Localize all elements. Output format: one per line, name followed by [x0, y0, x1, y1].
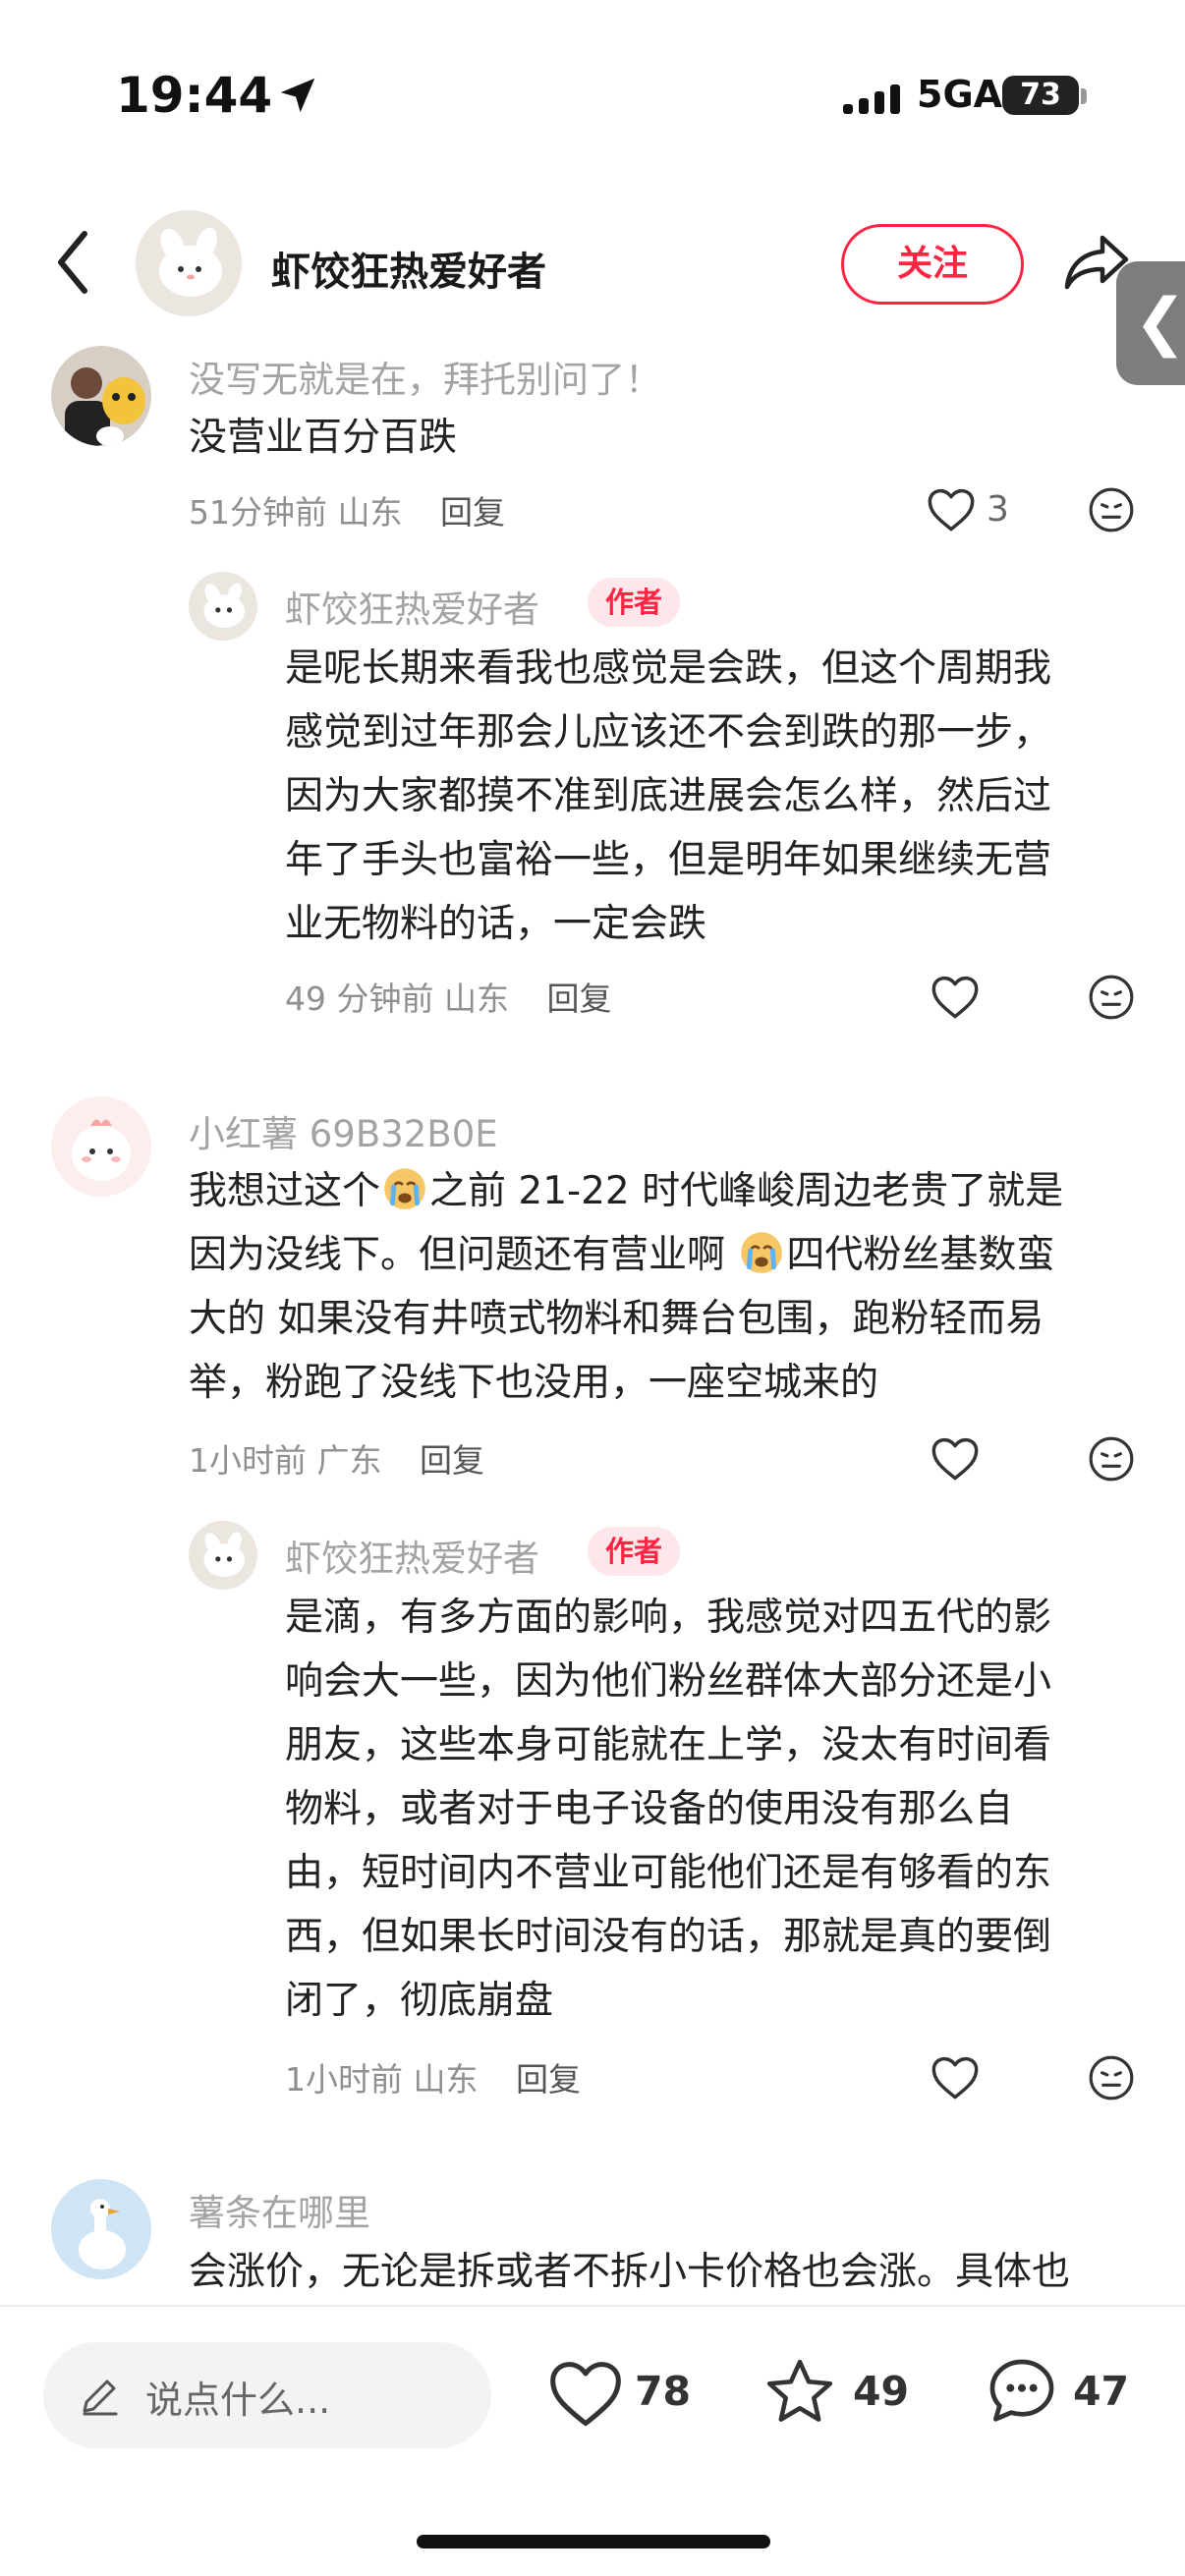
like-count: 78 [635, 2368, 692, 2415]
reply-button[interactable]: 回复 [516, 2060, 581, 2099]
comment-avatar[interactable] [51, 1096, 151, 1197]
comment-username[interactable]: 小红薯 69B32B0E [189, 1104, 498, 1157]
meh-face-icon[interactable] [1087, 2053, 1136, 2102]
side-tab-chevron-icon: ❮ [1134, 286, 1185, 359]
follow-button[interactable]: 关注 [841, 224, 1024, 305]
crying-face-emoji [384, 1168, 425, 1209]
author-badge: 作者 [588, 578, 681, 627]
reply-avatar[interactable] [189, 572, 257, 641]
reply-text-line: 年了手头也富裕一些，但是明年如果继续无营 [285, 838, 1052, 882]
comment-input[interactable]: 说点什么... [43, 2342, 491, 2448]
pencil-icon [83, 2380, 118, 2416]
location-arrow-icon [280, 78, 315, 113]
author-avatar[interactable] [136, 210, 242, 316]
chevron-left-icon[interactable] [51, 228, 94, 297]
reply-username[interactable]: 虾饺狂热爱好者 [285, 580, 539, 633]
status-time: 19:44 [116, 67, 273, 124]
text-segment: 我想过这个 [189, 1169, 381, 1213]
star-icon[interactable] [761, 2354, 839, 2431]
bunny-avatar-icon [136, 210, 242, 316]
comment-text: 没营业百分百跌 [189, 416, 458, 460]
signal-icon [843, 84, 900, 114]
meh-face-icon[interactable] [1087, 485, 1136, 534]
reply-text-line: 业无物料的话，一定会跌 [285, 902, 707, 946]
chick-avatar-icon [51, 1096, 151, 1197]
reply-text-line: 感觉到过年那会儿应该还不会到跌的那一步， [285, 710, 1052, 755]
meh-face-icon[interactable] [1087, 1434, 1136, 1484]
text-segment: 四代粉丝基数蛮 [786, 1233, 1055, 1277]
reply-text-line: 物料，或者对于电子设备的使用没有那么自 [285, 1787, 1014, 1831]
header-username: 虾饺狂热爱好者 [271, 250, 546, 295]
heart-icon[interactable] [930, 1434, 981, 1482]
comment-text: 会涨价，无论是拆或者不拆小卡价格也会涨。具体也 [189, 2250, 1071, 2294]
comment-avatar[interactable] [51, 2179, 151, 2279]
battery-indicator: 73 [1002, 76, 1079, 115]
reply-text: 是呢长期来看我也感觉是会跌，但这个周期我 感觉到过年那会儿应该还不会到跌的那一步… [285, 637, 1051, 956]
comment-count: 47 [1073, 2368, 1130, 2415]
reply-button[interactable]: 回复 [546, 980, 611, 1018]
user-photo-icon [51, 346, 151, 446]
comment-text-line: 我想过这个 之前 21-22 时代峰峻周边老贵了就是 [189, 1159, 1063, 1223]
reply-text-line: 西，但如果长时间没有的话，那就是真的要倒 [285, 1915, 1052, 1959]
reply-location: 山东 [443, 980, 509, 1018]
comment-meta: 1小时前 广东 回复 [189, 1434, 484, 1482]
comment-username[interactable]: 没写无就是在，拜托别问了！ [189, 350, 661, 403]
reply-meta: 49 分钟前 山东 回复 [285, 973, 611, 1020]
comment-text-line: 大的 如果没有井喷式物料和舞台包围，跑粉轻而易 [189, 1297, 1044, 1341]
reply-button[interactable]: 回复 [440, 493, 505, 532]
meh-face-icon[interactable] [1087, 973, 1136, 1022]
comment-time: 1小时前 [189, 1441, 307, 1480]
star-count: 49 [853, 2368, 910, 2415]
heart-icon[interactable] [930, 2053, 981, 2100]
reply-time: 49 分钟前 [285, 980, 434, 1018]
reply-text-line: 是呢长期来看我也感觉是会跌，但这个周期我 [285, 646, 1052, 691]
reply-username[interactable]: 虾饺狂热爱好者 [285, 1529, 539, 1582]
reply-location: 山东 [413, 2060, 479, 2099]
reply-text-line: 由，短时间内不营业可能他们还是有够看的东 [285, 1851, 1052, 1895]
reply-time: 1小时前 [285, 2060, 403, 2099]
reply-text-line: 朋友，这些本身可能就在上学，没太有时间看 [285, 1723, 1052, 1767]
heart-icon[interactable] [930, 973, 981, 1020]
bunny-avatar-icon [189, 1521, 257, 1590]
like-count: 3 [987, 489, 1009, 530]
reply-text: 是滴，有多方面的影响，我感觉对四五代的影 响会大一些，因为他们粉丝群体大部分还是… [285, 1586, 1051, 2033]
battery-cap [1081, 88, 1087, 104]
comment-time: 51分钟前 [189, 493, 327, 532]
comment-text-line: 举，粉跑了没线下也没用，一座空城来的 [189, 1361, 879, 1405]
comment-meta: 51分钟前 山东 回复 [189, 486, 505, 533]
heart-icon[interactable] [546, 2356, 625, 2429]
bunny-avatar-icon [189, 572, 257, 641]
reply-text-line: 因为大家都摸不准到底进展会怎么样，然后过 [285, 774, 1052, 818]
comment-username[interactable]: 薯条在哪里 [189, 2183, 370, 2236]
comment-location: 广东 [316, 1441, 382, 1480]
comment-avatar[interactable] [51, 346, 151, 446]
crying-face-emoji [741, 1232, 783, 1273]
reply-text-line: 是滴，有多方面的影响，我感觉对四五代的影 [285, 1596, 1052, 1640]
author-badge: 作者 [588, 1527, 681, 1576]
home-indicator [417, 2535, 770, 2548]
text-segment: 之前 21-22 时代峰峻周边老贵了就是 [429, 1169, 1064, 1213]
comment-location: 山东 [337, 493, 403, 532]
heart-icon[interactable] [926, 485, 977, 532]
side-drawer-tab[interactable]: ❮ [1116, 261, 1185, 385]
comment-text-line: 因为没线下。但问题还有营业啊 四代粉丝基数蛮 [189, 1223, 1063, 1287]
bottom-divider [0, 2305, 1185, 2307]
reply-button[interactable]: 回复 [420, 1441, 484, 1480]
reply-text-line: 闭了，彻底崩盘 [285, 1979, 554, 2023]
chat-bubble-icon[interactable] [981, 2352, 1063, 2431]
goose-avatar-icon [51, 2179, 151, 2279]
reply-avatar[interactable] [189, 1521, 257, 1590]
text-segment: 因为没线下。但问题还有营业啊 [189, 1233, 738, 1277]
comment-text: 我想过这个 之前 21-22 时代峰峻周边老贵了就是 因为没线下。但问题还有营业啊… [189, 1159, 1063, 1415]
reply-text-line: 响会大一些，因为他们粉丝群体大部分还是小 [285, 1659, 1052, 1704]
comment-input-placeholder: 说点什么... [145, 2379, 331, 2422]
reply-meta: 1小时前 山东 回复 [285, 2053, 581, 2100]
network-label: 5GA [917, 73, 1003, 116]
